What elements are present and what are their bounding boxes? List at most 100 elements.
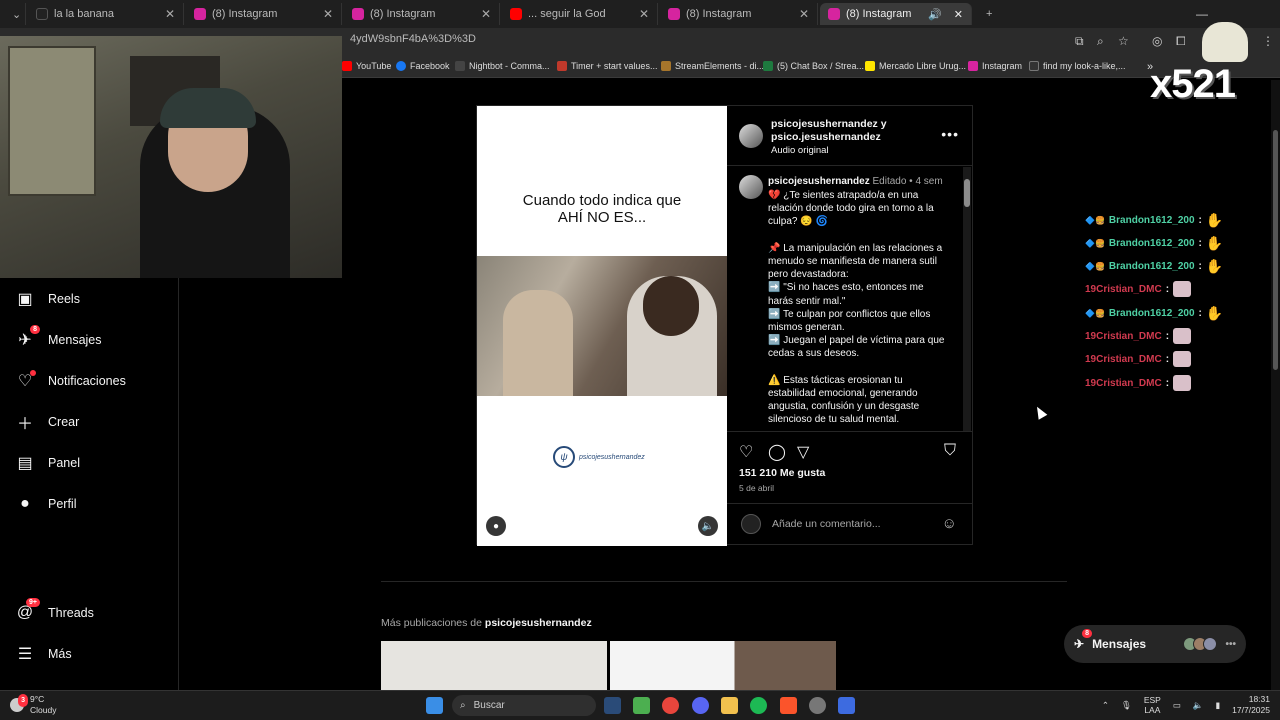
author-avatar[interactable] [739,124,763,148]
browser-tab[interactable]: (8) Instagram ✕ [186,3,342,25]
mercadolibre-icon [865,61,875,71]
url-field[interactable]: 4ydW9sbnF4bA%3D%3D [350,33,476,45]
discord-icon[interactable] [692,697,709,714]
mouse-cursor-icon [1032,404,1048,420]
extension-icon[interactable]: ◎ [1152,34,1162,48]
caption-line: menudo se manifiesta de manera sutil [768,256,937,267]
emoji-icon[interactable]: ☺ [942,515,957,532]
new-tab-button[interactable]: + [978,3,998,25]
chat-emote-icon: ✋ [1205,258,1224,274]
close-icon[interactable]: ✕ [799,7,809,21]
nightbot-icon [455,61,465,71]
more-posts-user[interactable]: psicojesushernandez [485,617,592,629]
author-line-1[interactable]: psicojesushernandez y [771,118,887,131]
minecraft-icon[interactable] [633,697,650,714]
obs-icon[interactable] [809,697,826,714]
audio-link[interactable]: Audio original [771,144,887,157]
search-icon: ⌕ [460,700,466,711]
start-windows-icon[interactable] [426,697,443,714]
caption-username[interactable]: psicojesushernandez [768,176,870,187]
minimize-icon[interactable]: — [1196,7,1208,21]
close-icon[interactable]: ✕ [639,7,649,21]
steam-icon[interactable] [604,697,621,714]
bookmark-nightbot[interactable]: Nightbot - Comma... [455,61,550,71]
sidebar-item-panel[interactable]: ▤ Panel [16,454,80,472]
file-explorer-icon[interactable] [721,697,738,714]
caption-line: ➡️ Juegan el papel de víctima para que [768,335,945,347]
notification-badge: 8 [30,325,40,334]
browser-tab[interactable]: (8) Instagram ✕ [344,3,500,25]
sidebar-item-threads[interactable]: @9+ Threads [16,598,94,622]
network-icon[interactable]: ▭ [1173,700,1181,711]
taskbar-search[interactable]: ⌕ Buscar [452,695,596,716]
sidebar-item-crear[interactable]: ＋ Crear [16,413,79,433]
caption-scroll-thumb[interactable] [964,179,970,207]
temperature: 9°C [30,694,45,704]
spotify-icon[interactable] [750,697,767,714]
clock[interactable]: 18:31 17/7/2025 [1232,694,1270,716]
caption-avatar[interactable] [739,175,763,199]
more-options-icon[interactable]: ••• [941,126,959,142]
tab-menu-button[interactable]: ⌄ [4,3,26,25]
volume-icon[interactable]: 🔈 [1193,700,1204,711]
zoom-icon[interactable]: ⌕ [1097,34,1104,49]
author-line-2[interactable]: psico.jesushernandez [771,131,887,144]
close-icon[interactable]: ✕ [481,7,491,21]
system-tray: ⌃ 🎙 ESP LAA ▭ 🔈 ▮ 18:31 17/7/2025 [1102,694,1270,716]
bookmark-youtube[interactable]: YouTube [342,61,391,71]
post-thumbnail[interactable] [381,641,607,690]
bookmark-chatbox[interactable]: (5) Chat Box / Strea... [763,61,864,71]
comment-input[interactable]: Añade un comentario... [772,518,881,530]
bookmark-timer[interactable]: Timer + start values... [557,61,657,71]
sidebar-item-reels[interactable]: ▣ Reels [16,290,80,308]
comment-icon[interactable]: ◯ [768,442,786,462]
share-icon[interactable]: ▽ [797,442,809,462]
close-icon[interactable]: ✕ [165,7,175,21]
sidebar-item-perfil[interactable]: ● Perfil [16,495,76,513]
close-icon[interactable]: ✕ [323,7,333,21]
star-icon[interactable]: ☆ [1118,34,1129,48]
bookmark-lookalike[interactable]: find my look-a-like,... [1029,61,1126,71]
puzzle-icon[interactable]: ⧠ [1176,34,1186,49]
post-thumbnail[interactable] [610,641,836,690]
post-media[interactable]: Cuando todo indica que AHÍ NO ES... ψ psi… [477,106,727,546]
brave-icon[interactable] [780,697,797,714]
app-icon[interactable] [838,697,855,714]
close-icon[interactable]: ✕ [954,8,963,21]
sidebar-item-mensajes[interactable]: ✈ 8 Mensajes [16,325,102,349]
sidebar-item-notificaciones[interactable]: ♡ Notificaciones [16,370,126,390]
chat-badge-icon: 🔷🍔 [1085,261,1105,271]
browser-tab-active[interactable]: (8) Instagram 🔊 ✕ [820,3,972,25]
messages-pill[interactable]: ✈ 8 Mensajes ••• [1064,625,1246,663]
post-details: psicojesushernandez y psico.jesushernand… [727,106,973,546]
caption-scrollbar[interactable] [963,167,971,431]
chat-separator: : [1165,283,1170,295]
volume-icon[interactable]: 🔈 [698,516,718,536]
sidebar-item-mas[interactable]: ☰ Más [16,645,72,663]
browser-tab[interactable]: (8) Instagram ✕ [660,3,818,25]
chevron-up-icon[interactable]: ⌃ [1102,700,1109,711]
bookmark-facebook[interactable]: Facebook [396,61,450,71]
weather-widget[interactable]: 3 9°C Cloudy [10,694,56,716]
bookmark-icon[interactable]: ⛉ [944,442,956,460]
like-heart-icon[interactable]: ♡ [739,442,753,462]
install-icon[interactable]: ⧉ [1075,34,1084,49]
kebab-menu-icon[interactable]: ⋮ [1262,34,1274,48]
browser-tab[interactable]: la la banana ✕ [28,3,184,25]
chat-username: Brandon1612_200 [1108,260,1195,272]
language-indicator[interactable]: ESP LAA [1144,695,1161,715]
bookmark-instagram[interactable]: Instagram [968,61,1022,71]
chat-message: 19Cristian_DMC: [1085,375,1192,391]
tagged-users-icon[interactable]: ● [486,516,506,536]
bookmark-mercadolibre[interactable]: Mercado Libre Urug... [865,61,966,71]
chrome-icon[interactable] [662,697,679,714]
youtube-icon [342,61,352,71]
microphone-icon[interactable]: 🎙 [1121,700,1132,711]
chat-separator: : [1198,237,1202,249]
speaker-icon[interactable]: 🔊 [928,8,942,21]
like-count[interactable]: 151 210 Me gusta [739,467,825,479]
browser-tab[interactable]: ... seguir la God ✕ [502,3,658,25]
bookmark-streamelements[interactable]: StreamElements - di... [661,61,764,71]
battery-icon[interactable]: ▮ [1215,700,1220,711]
page-scroll-thumb[interactable] [1273,130,1278,370]
